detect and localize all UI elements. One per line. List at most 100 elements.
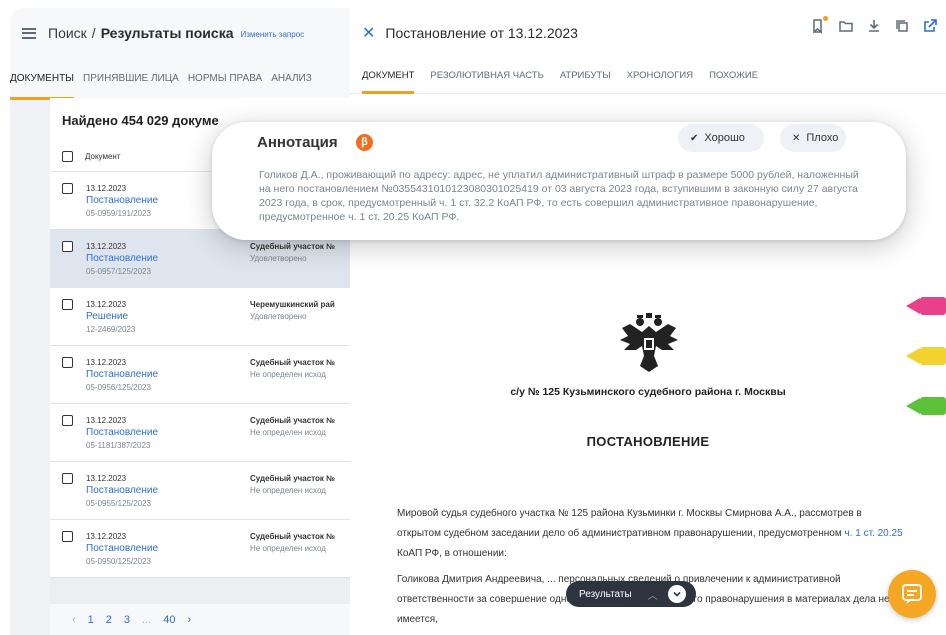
row-doc-type[interactable]: Постановление (86, 369, 158, 380)
tab-analysis[interactable]: АНАЛИЗ (271, 58, 312, 100)
row-court: Судебный участок № (250, 242, 336, 251)
tab-legal-norms[interactable]: НОРМЫ ПРАВА (188, 58, 262, 100)
copy-icon[interactable] (894, 18, 910, 34)
yellow-highlighter-icon[interactable] (906, 345, 946, 367)
breadcrumb-search[interactable]: Поиск (48, 25, 87, 41)
highlighter-markers (906, 295, 946, 445)
tab-similar[interactable]: ПОХОЖИЕ (709, 58, 758, 94)
row-court: Судебный участок № (250, 416, 336, 425)
change-query-link[interactable]: Изменить запрос (240, 30, 304, 39)
tab-decision-makers[interactable]: ПРИНЯВШИЕ ЛИЦА (83, 58, 179, 100)
row-outcome: Удовлетворено (250, 312, 307, 321)
row-outcome: Не определен исход (250, 428, 326, 437)
pink-highlighter-icon[interactable] (906, 295, 946, 317)
column-document: Документ (85, 152, 121, 161)
pagination: ‹ 1 2 3 ... 40 › (50, 604, 350, 635)
row-checkbox[interactable] (62, 531, 73, 542)
row-checkbox[interactable] (62, 415, 73, 426)
check-icon: ✔ (690, 132, 699, 144)
row-date: 13.12.2023 (86, 416, 127, 425)
row-case-number: 05-1181/387/2023 (86, 441, 151, 450)
document-heading: ПОСТАНОВЛЕНИЕ (586, 434, 710, 449)
breadcrumb-separator: / (91, 25, 96, 41)
page-1[interactable]: 1 (88, 614, 94, 626)
row-doc-type[interactable]: Постановление (86, 427, 158, 438)
feedback-bad-button[interactable]: ✕ Плохо (780, 124, 846, 152)
table-row[interactable]: 13.12.2023 Постановление 05-1181/387/202… (50, 404, 350, 462)
results-count: Найдено 454 029 докуме (62, 112, 219, 128)
hamburger-menu-icon[interactable] (22, 27, 36, 39)
results-navigation[interactable]: Результаты ︿ (566, 581, 696, 607)
row-date: 13.12.2023 (86, 474, 127, 483)
row-court: Черемушкинский рай (250, 300, 335, 309)
tab-chronology[interactable]: ХРОНОЛОГИЯ (627, 58, 693, 94)
left-header: Поиск / Результаты поиска Изменить запро… (10, 8, 350, 58)
search-results-pane: Поиск / Результаты поиска Изменить запро… (10, 8, 350, 635)
row-case-number: 12-2469/2023 (86, 325, 136, 334)
row-checkbox[interactable] (62, 299, 73, 310)
page-last[interactable]: 40 (163, 614, 175, 626)
document-toolbar (798, 16, 938, 34)
table-row[interactable]: 13.12.2023 Постановление 05-0955/125/202… (50, 462, 350, 520)
court-name: с/у № 125 Кузьминского судебного района … (510, 386, 786, 398)
tab-attributes[interactable]: АТРИБУТЫ (560, 58, 611, 94)
prev-page-button[interactable]: ‹ (72, 614, 76, 626)
chevron-down-icon[interactable] (667, 585, 686, 603)
notification-dot (823, 16, 828, 21)
row-date: 13.12.2023 (86, 300, 127, 309)
row-doc-type[interactable]: Решение (86, 311, 128, 322)
row-outcome: Не определен исход (250, 486, 326, 495)
green-highlighter-icon[interactable] (906, 395, 946, 417)
table-row[interactable]: 13.12.2023 Постановление 05-0956/125/202… (50, 346, 350, 404)
page-2[interactable]: 2 (106, 614, 112, 626)
row-checkbox[interactable] (62, 357, 73, 368)
pager-ellipsis: ... (142, 613, 152, 626)
bookmark-icon[interactable] (810, 16, 828, 34)
row-doc-type[interactable]: Постановление (86, 485, 158, 496)
select-all-checkbox[interactable] (62, 151, 73, 162)
paragraph-text: КоАП РФ, в отношении: (397, 548, 507, 559)
row-outcome: Удовлетворено (250, 254, 307, 263)
tab-documents[interactable]: ДОКУМЕНТЫ (10, 58, 75, 100)
table-row[interactable]: 13.12.2023 Решение 12-2469/2023 Черемушк… (50, 288, 350, 346)
document-tabs: ДОКУМЕНТ РЕЗОЛЮТИВНАЯ ЧАСТЬ АТРИБУТЫ ХРО… (350, 58, 946, 94)
row-case-number: 05-0950/125/2023 (86, 557, 151, 566)
annotation-text: Голиков Д.А., проживающий по адресу: адр… (259, 169, 859, 223)
download-icon[interactable] (866, 18, 882, 34)
paragraph-text: Мировой судья судебного участка № 125 ра… (397, 508, 862, 539)
annotation-title: Аннотация (257, 134, 338, 151)
next-page-button[interactable]: › (187, 614, 191, 626)
row-doc-type[interactable]: Постановление (86, 195, 158, 206)
folder-icon[interactable] (838, 18, 854, 34)
row-case-number: 05-0955/125/2023 (86, 499, 151, 508)
row-checkbox[interactable] (62, 241, 73, 252)
row-outcome: Не определен исход (250, 544, 326, 553)
feedback-good-button[interactable]: ✔ Хорошо (678, 124, 764, 152)
chevron-up-icon[interactable]: ︿ (648, 587, 658, 602)
row-checkbox[interactable] (62, 473, 73, 484)
results-label: Результаты (579, 588, 632, 600)
table-row[interactable]: 13.12.2023 Постановление 05-0950/125/202… (50, 520, 350, 578)
chat-icon (902, 584, 922, 604)
tab-resolution[interactable]: РЕЗОЛЮТИВНАЯ ЧАСТЬ (430, 58, 543, 94)
coat-of-arms-icon (620, 313, 678, 372)
app-window: Поиск / Результаты поиска Изменить запро… (0, 0, 946, 635)
row-court: Судебный участок № (250, 358, 336, 367)
feedback-good-label: Хорошо (704, 132, 745, 144)
row-checkbox[interactable] (62, 183, 73, 194)
open-external-icon[interactable] (922, 18, 938, 34)
tab-document[interactable]: ДОКУМЕНТ (362, 58, 415, 94)
feedback-bad-label: Плохо (806, 132, 839, 144)
row-date: 13.12.2023 (86, 242, 127, 251)
page-3[interactable]: 3 (124, 614, 130, 626)
row-case-number: 05-0959/191/2023 (86, 209, 151, 218)
row-court: Судебный участок № (250, 474, 336, 483)
row-doc-type[interactable]: Постановление (86, 543, 158, 554)
row-case-number: 05-0957/125/2023 (86, 267, 151, 276)
close-document-button[interactable]: ✕ (362, 23, 375, 43)
chat-button[interactable] (888, 570, 936, 618)
document-title: Постановление от 13.12.2023 (385, 25, 578, 41)
law-article-link[interactable]: ч. 1 ст. 20.25 (844, 528, 902, 539)
row-doc-type[interactable]: Постановление (86, 253, 158, 264)
document-pane: ✕ Постановление от 13.12.2023 ДОКУМЕНТ Р… (350, 0, 946, 635)
